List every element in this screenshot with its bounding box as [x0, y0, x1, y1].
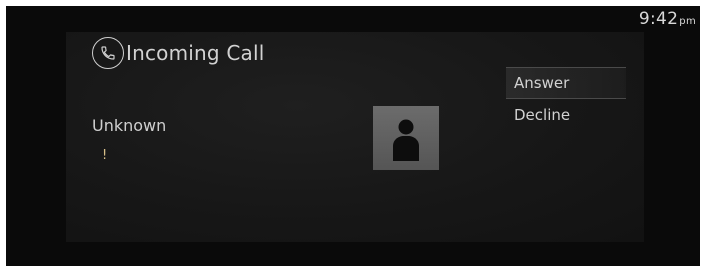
- clock-ampm: pm: [679, 16, 696, 27]
- caller-avatar: [373, 106, 439, 170]
- call-header: Incoming Call: [92, 37, 265, 69]
- phone-icon: [92, 37, 124, 69]
- decline-button[interactable]: Decline: [506, 99, 626, 131]
- call-options-menu: Answer Decline: [506, 67, 626, 131]
- infotainment-screen: 9:42pm Incoming Call Unknown ! Answer De…: [6, 6, 700, 266]
- caller-name: Unknown: [92, 116, 167, 135]
- incoming-call-panel: Incoming Call Unknown ! Answer Decline: [66, 32, 644, 242]
- status-clock: 9:42pm: [639, 9, 696, 29]
- decline-label: Decline: [514, 106, 571, 124]
- person-icon: [393, 119, 419, 161]
- clock-time: 9:42: [638, 9, 679, 29]
- answer-button[interactable]: Answer: [506, 67, 626, 99]
- answer-label: Answer: [514, 74, 570, 92]
- caller-detail: !: [102, 148, 108, 163]
- page-title: Incoming Call: [126, 41, 265, 65]
